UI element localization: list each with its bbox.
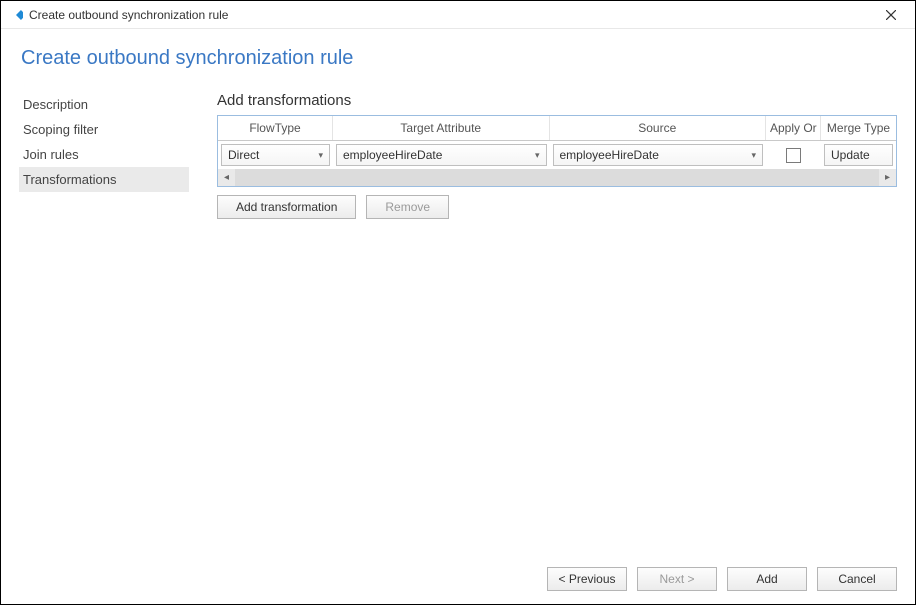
target-attribute-value: employeeHireDate <box>343 148 442 162</box>
col-header-source: Source <box>550 116 767 140</box>
flowtype-value: Direct <box>228 148 259 162</box>
merge-type-select[interactable]: Update <box>824 144 893 166</box>
previous-button[interactable]: < Previous <box>547 567 627 591</box>
next-button[interactable]: Next > <box>637 567 717 591</box>
chevron-down-icon: ▾ <box>751 150 756 161</box>
wizard-footer: < Previous Next > Add Cancel <box>1 554 915 604</box>
section-title: Add transformations <box>217 92 897 109</box>
source-select[interactable]: employeeHireDate ▾ <box>553 144 764 166</box>
add-transformation-button[interactable]: Add transformation <box>217 195 356 219</box>
scroll-right-icon[interactable]: ▸ <box>879 169 896 186</box>
col-header-flowtype: FlowType <box>218 116 333 140</box>
page-title: Create outbound synchronization rule <box>19 47 897 70</box>
close-icon <box>886 10 896 20</box>
merge-type-value: Update <box>831 148 870 162</box>
transformations-grid: FlowType Target Attribute Source Apply O… <box>217 115 897 187</box>
scroll-left-icon[interactable]: ◂ <box>218 169 235 186</box>
apply-once-checkbox[interactable] <box>786 148 801 163</box>
sidebar-item-join-rules[interactable]: Join rules <box>19 142 189 167</box>
horizontal-scrollbar[interactable]: ◂ ▸ <box>218 169 896 186</box>
grid-header-row: FlowType Target Attribute Source Apply O… <box>218 116 896 141</box>
wizard-steps-sidebar: Description Scoping filter Join rules Tr… <box>19 92 189 192</box>
col-header-apply: Apply Or <box>766 116 821 140</box>
source-value: employeeHireDate <box>560 148 659 162</box>
close-button[interactable] <box>875 1 907 29</box>
apply-once-cell <box>766 148 821 163</box>
table-row: Direct ▾ employeeHireDate ▾ employeeHire… <box>218 141 896 169</box>
remove-button[interactable]: Remove <box>366 195 449 219</box>
sidebar-item-scoping-filter[interactable]: Scoping filter <box>19 117 189 142</box>
window-titlebar: Create outbound synchronization rule <box>1 1 915 29</box>
flowtype-select[interactable]: Direct ▾ <box>221 144 330 166</box>
chevron-down-icon: ▾ <box>535 150 540 161</box>
sidebar-item-description[interactable]: Description <box>19 92 189 117</box>
cancel-button[interactable]: Cancel <box>817 567 897 591</box>
window-title: Create outbound synchronization rule <box>29 8 228 22</box>
chevron-down-icon: ▾ <box>318 150 323 161</box>
col-header-target: Target Attribute <box>333 116 550 140</box>
scroll-track[interactable] <box>235 169 879 186</box>
add-button[interactable]: Add <box>727 567 807 591</box>
col-header-merge: Merge Type <box>821 116 896 140</box>
sidebar-item-transformations[interactable]: Transformations <box>19 167 189 192</box>
target-attribute-select[interactable]: employeeHireDate ▾ <box>336 144 547 166</box>
app-icon <box>9 8 23 22</box>
